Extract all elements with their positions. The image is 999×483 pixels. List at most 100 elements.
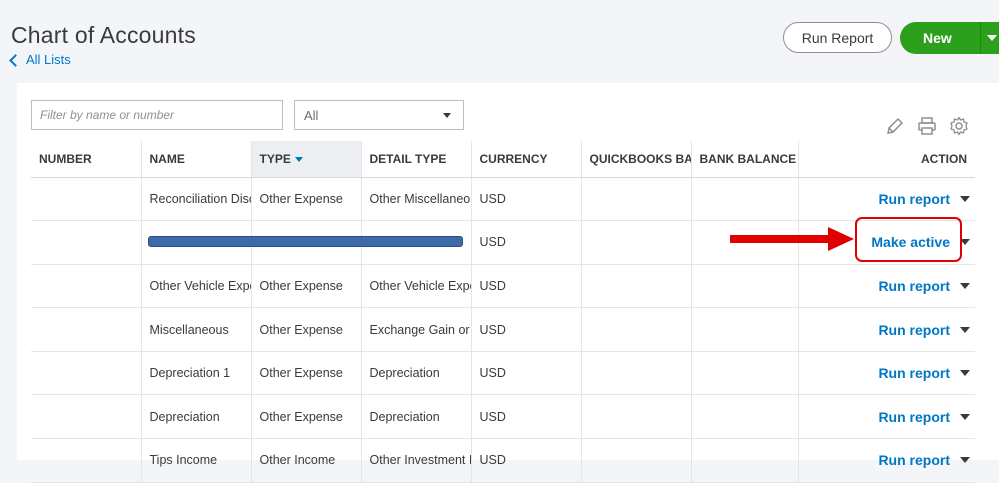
- cell-currency: USD: [471, 351, 582, 396]
- cell-name: Reconciliation Discrepancies: [141, 177, 252, 222]
- cell-quickbooks-balance: [581, 438, 692, 483]
- column-header-number[interactable]: NUMBER: [31, 141, 142, 178]
- cell-currency: USD: [471, 220, 582, 265]
- cell-type: Other Expense: [251, 307, 362, 352]
- cell-type: Other Expense: [251, 177, 362, 222]
- cell-quickbooks-balance: [581, 351, 692, 396]
- cell-name: Depreciation: [141, 394, 252, 440]
- pencil-icon[interactable]: [885, 116, 905, 136]
- cell-type: Other Expense: [251, 351, 362, 396]
- table-row[interactable]: Reconciliation DiscrepanciesOther Expens…: [31, 177, 975, 222]
- cell-name: Miscellaneous: [141, 307, 252, 352]
- action-dropdown-caret-icon[interactable]: [960, 457, 970, 464]
- cell-currency: USD: [471, 264, 582, 309]
- action-group: Run report: [878, 191, 970, 207]
- new-dropdown-caret-icon[interactable]: [987, 35, 997, 41]
- cell-number: [31, 351, 142, 396]
- action-dropdown-caret-icon[interactable]: [960, 370, 970, 377]
- cell-detail-type: Depreciation: [361, 351, 472, 396]
- table-row[interactable]: Depreciation 1 Other Expense Depreciation U…: [31, 351, 975, 396]
- cell-detail-type: Other Miscellaneous Expense: [361, 177, 472, 222]
- redaction-bar: [148, 236, 463, 247]
- print-icon[interactable]: [917, 116, 937, 136]
- cell-name: Depreciation 1: [141, 351, 252, 396]
- cell-bank-balance: [691, 307, 799, 352]
- cell-action: Run report: [798, 177, 975, 222]
- cell-number: [31, 264, 142, 309]
- run-report-link[interactable]: Run report: [878, 322, 950, 338]
- cell-detail-type: Other Investment Income: [361, 438, 472, 483]
- cell-type: Other Expense: [251, 394, 362, 440]
- action-group: Run report: [878, 409, 970, 425]
- cell-number: [31, 438, 142, 483]
- column-header-currency[interactable]: CURRENCY: [471, 141, 582, 178]
- new-button-label: New: [923, 30, 952, 46]
- cell-quickbooks-balance: [581, 394, 692, 440]
- action-group: Run report: [878, 278, 970, 294]
- run-report-link[interactable]: Run report: [878, 365, 950, 381]
- cell-action: Run report: [798, 351, 975, 396]
- cell-number: [31, 177, 142, 222]
- column-header-quickbooks-balance[interactable]: QUICKBOOKS BALANCE: [581, 141, 692, 178]
- column-header-type-label: TYPE: [259, 151, 291, 166]
- cell-bank-balance: [691, 264, 799, 309]
- all-lists-label: All Lists: [26, 52, 71, 67]
- type-filter-value: All: [304, 108, 319, 123]
- all-lists-link[interactable]: All Lists: [9, 52, 71, 67]
- run-report-link[interactable]: Run report: [878, 409, 950, 425]
- cell-number: [31, 220, 142, 265]
- cell-quickbooks-balance: [581, 264, 692, 309]
- cell-currency: USD: [471, 394, 582, 440]
- chevron-left-icon: [9, 53, 22, 67]
- run-report-link[interactable]: Run report: [878, 452, 950, 468]
- action-group: Run report: [878, 452, 970, 468]
- cell-currency: USD: [471, 177, 582, 222]
- action-dropdown-caret-icon[interactable]: [960, 326, 970, 333]
- gear-icon[interactable]: [949, 116, 969, 136]
- cell-action: Run report: [798, 264, 975, 309]
- column-header-action: ACTION: [798, 141, 975, 178]
- action-dropdown-caret-icon[interactable]: [960, 195, 970, 202]
- run-report-link[interactable]: Run report: [878, 278, 950, 294]
- action-group: Run report: [878, 322, 970, 338]
- run-report-link[interactable]: Run report: [878, 191, 950, 207]
- cell-bank-balance: [691, 438, 799, 483]
- column-header-type[interactable]: TYPE: [251, 141, 362, 178]
- cell-action: Run report: [798, 307, 975, 352]
- type-filter-select[interactable]: All: [294, 100, 464, 130]
- action-dropdown-caret-icon[interactable]: [960, 282, 970, 289]
- cell-detail-type: Other Vehicle Expenses: [361, 264, 472, 309]
- action-group: Run report: [878, 365, 970, 381]
- accounts-table: NUMBER NAME TYPE DETAIL TYPE CURRENCY QU…: [31, 141, 975, 483]
- new-button[interactable]: New: [900, 22, 999, 54]
- cell-detail-type: Depreciation: [361, 394, 472, 440]
- accounts-panel: All NUMBER NAME TYPE DETAIL TYPE: [17, 83, 999, 483]
- red-arrow-annotation: [730, 227, 854, 251]
- table-row[interactable]: Other Vehicle ExpensesOther ExpenseOther…: [31, 264, 975, 309]
- cell-number: [31, 307, 142, 352]
- cell-quickbooks-balance: [581, 307, 692, 352]
- run-report-button[interactable]: Run Report: [783, 22, 892, 53]
- table-header-row: NUMBER NAME TYPE DETAIL TYPE CURRENCY QU…: [31, 141, 975, 178]
- column-header-name[interactable]: NAME: [141, 141, 252, 178]
- cell-currency: USD: [471, 307, 582, 352]
- new-button-divider: [980, 22, 981, 54]
- cell-detail-type: Exchange Gain or Loss: [361, 307, 472, 352]
- column-header-bank-balance[interactable]: BANK BALANCE: [691, 141, 799, 178]
- cell-quickbooks-balance: [581, 220, 692, 265]
- cell-bank-balance: [691, 394, 799, 440]
- chevron-down-icon: [443, 113, 451, 118]
- cell-action: Run report: [798, 438, 975, 483]
- column-header-detail-type[interactable]: DETAIL TYPE: [361, 141, 472, 178]
- table-row[interactable]: Depreciation Other Expense Depreciation USD…: [31, 394, 975, 440]
- cell-type: Other Income: [251, 438, 362, 483]
- action-dropdown-caret-icon[interactable]: [960, 413, 970, 420]
- table-row[interactable]: Miscellaneous Other Expense Exchange Gain …: [31, 307, 975, 352]
- table-row[interactable]: Tips Income Other Income Other Investment …: [31, 438, 975, 483]
- cell-currency: USD: [471, 438, 582, 483]
- page-title: Chart of Accounts: [11, 22, 196, 48]
- cell-name: Other Vehicle Expenses: [141, 264, 252, 309]
- table-tools: [885, 116, 969, 136]
- filter-input[interactable]: [31, 100, 283, 130]
- cell-bank-balance: [691, 351, 799, 396]
